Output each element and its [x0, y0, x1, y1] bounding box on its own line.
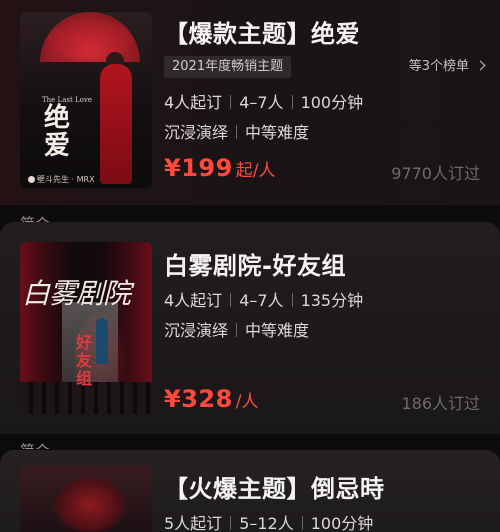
price: ¥199 起/人: [164, 154, 276, 182]
poster-vertical-title: 绝爱: [43, 103, 70, 161]
meta-players-duration: 5人起订 5–12人 100分钟: [164, 510, 373, 532]
umbrella-icon: [40, 12, 140, 62]
meta-style-difficulty: 沉浸演绎 中等难度: [164, 317, 309, 341]
theme-title[interactable]: 【火爆主题】倒忌時: [164, 469, 385, 504]
rank-row[interactable]: 2021年度畅销主题 等3个榜单: [164, 56, 486, 78]
theme-poster[interactable]: [20, 465, 152, 532]
difficulty: 中等难度: [245, 123, 310, 142]
poster-credit: 壁斗先生 · MRX: [28, 174, 95, 185]
divider: [291, 95, 293, 109]
divider: [301, 516, 303, 530]
section-label-peek: 简介: [20, 214, 50, 222]
theme-title[interactable]: 【爆款主题】绝爱: [164, 14, 360, 49]
style: 沉浸演绎: [164, 321, 229, 340]
price: ¥328/人: [164, 385, 259, 413]
divider: [230, 516, 232, 530]
rank-more-label: 等3个榜单: [408, 59, 469, 74]
min-players: 5人起订: [164, 514, 223, 532]
rank-more-link[interactable]: 等3个榜单: [408, 56, 486, 78]
duration: 135分钟: [300, 291, 364, 310]
difficulty: 中等难度: [245, 321, 310, 340]
figure-shape: [96, 318, 108, 364]
divider: [291, 293, 293, 307]
section-label-peek: 简介: [20, 441, 50, 449]
order-count: 9770人订过: [391, 164, 480, 183]
players-range: 4–7人: [239, 93, 284, 112]
divider: [230, 293, 232, 307]
duration: 100分钟: [300, 93, 364, 112]
figure-shape: [100, 64, 132, 184]
min-players: 4人起订: [164, 291, 223, 310]
price-amount: ¥328: [164, 385, 233, 413]
poster-red-vertical: 好友组: [76, 333, 93, 388]
style: 沉浸演绎: [164, 123, 229, 142]
theme-poster[interactable]: The Last Love 绝爱: [20, 12, 152, 188]
skull-icon: [28, 176, 35, 183]
min-players: 4人起订: [164, 93, 223, 112]
price-amount: ¥199: [164, 154, 233, 182]
meta-style-difficulty: 沉浸演绎 中等难度: [164, 119, 309, 143]
players-range: 5–12人: [239, 514, 294, 532]
poster-credit-text: 壁斗先生 · MRX: [37, 175, 95, 184]
meta-players-duration: 4人起订 4–7人 135分钟: [164, 287, 363, 311]
players-range: 4–7人: [239, 291, 284, 310]
theme-title[interactable]: 白雾剧院-好友组: [164, 246, 346, 281]
divider: [230, 95, 232, 109]
chevron-right-icon: [475, 60, 486, 71]
poster-title: 白雾剧院: [21, 277, 131, 310]
price-unit: 起/人: [235, 161, 276, 181]
divider: [236, 323, 238, 337]
rank-tag: 2021年度畅销主题: [164, 56, 292, 78]
theme-list-screen: The Last Love 绝爱 壁斗先生 · MRX 【爆款主题】绝爱 202…: [0, 0, 500, 532]
divider: [236, 125, 238, 139]
price-unit: /人: [235, 392, 259, 412]
order-count: 186人订过: [401, 394, 480, 413]
meta-players-duration: 4人起订 4–7人 100分钟: [164, 89, 363, 113]
duration: 100分钟: [310, 514, 374, 532]
